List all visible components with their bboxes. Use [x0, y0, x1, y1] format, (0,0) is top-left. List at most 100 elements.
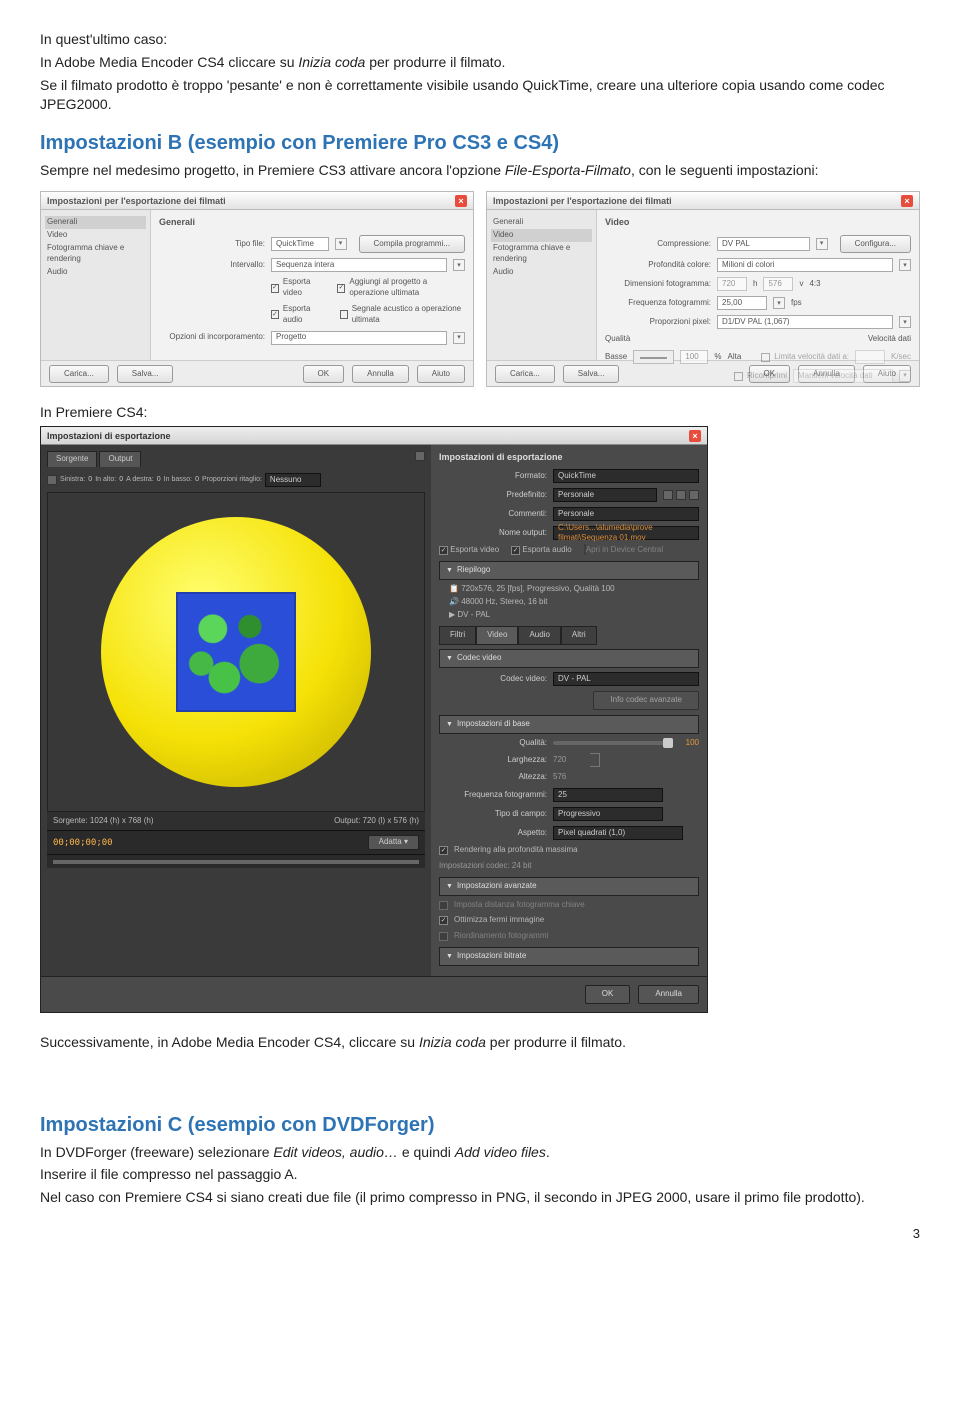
- input-quality[interactable]: 100: [680, 350, 708, 364]
- dropdown-preset[interactable]: Personale: [553, 488, 657, 502]
- category-list: Generali Video Fotogramma chiave e rende…: [487, 210, 597, 360]
- save-preset-icon[interactable]: [663, 490, 673, 500]
- chevron-down-icon[interactable]: ▾: [453, 259, 465, 271]
- quality-slider[interactable]: [553, 741, 669, 745]
- category-video[interactable]: Video: [491, 229, 592, 242]
- compile-programs-button[interactable]: Compila programmi...: [359, 235, 465, 254]
- input-comments[interactable]: Personale: [553, 507, 699, 521]
- close-icon[interactable]: ×: [901, 195, 913, 207]
- advanced-codec-button[interactable]: Info codec avanzate: [593, 691, 699, 710]
- help-button[interactable]: Aiuto: [417, 365, 465, 384]
- input-height[interactable]: 576: [763, 277, 793, 291]
- category-keyframe[interactable]: Fotogramma chiave e rendering: [491, 242, 592, 266]
- tab-video[interactable]: Video: [476, 626, 518, 645]
- checkbox-export-audio[interactable]: [511, 546, 520, 555]
- input-width[interactable]: 720: [717, 277, 747, 291]
- bitrate-section[interactable]: ▼Impostazioni bitrate: [439, 947, 699, 966]
- checkbox-export-audio[interactable]: ✓Esporta audio: [271, 304, 322, 326]
- tab-other[interactable]: Altri: [561, 626, 597, 645]
- crop-right[interactable]: 0: [157, 475, 161, 484]
- dropdown-pixel-aspect[interactable]: D1/DV PAL (1,067): [717, 315, 893, 329]
- advanced-section[interactable]: ▼Impostazioni avanzate: [439, 877, 699, 896]
- quality-value[interactable]: 100: [675, 738, 699, 749]
- tab-audio[interactable]: Audio: [518, 626, 560, 645]
- width-value[interactable]: 720: [553, 755, 566, 766]
- delete-preset-icon[interactable]: [689, 490, 699, 500]
- dropdown-depth[interactable]: Milioni di colori: [717, 258, 893, 272]
- output-path-link[interactable]: C:\Users...\alumedia\prove filmati\Seque…: [553, 526, 699, 540]
- dropdown-recompress[interactable]: Mantieni velocità dati: [793, 369, 893, 383]
- dropdown-crop-ratio[interactable]: Nessuno: [265, 473, 321, 487]
- chevron-down-icon[interactable]: ▾: [453, 332, 465, 344]
- link-icon[interactable]: [590, 753, 600, 767]
- category-audio[interactable]: Audio: [491, 266, 592, 279]
- quality-slider[interactable]: [633, 350, 674, 364]
- category-video[interactable]: Video: [45, 229, 146, 242]
- category-generali[interactable]: Generali: [45, 216, 146, 229]
- tab-output[interactable]: Output: [99, 451, 141, 467]
- checkbox-export-video[interactable]: ✓Esporta video: [271, 277, 319, 299]
- fit-dropdown[interactable]: Adatta ▾: [368, 835, 419, 850]
- category-keyframe[interactable]: Fotogramma chiave e rendering: [45, 242, 146, 266]
- dropdown-format[interactable]: QuickTime: [553, 469, 699, 483]
- label-premiere-cs4: In Premiere CS4:: [40, 403, 920, 422]
- load-button[interactable]: Carica...: [495, 365, 555, 384]
- dropdown-compression[interactable]: DV PAL: [717, 237, 810, 251]
- codec-section[interactable]: ▼Codec video: [439, 649, 699, 668]
- category-generali[interactable]: Generali: [491, 216, 592, 229]
- timecode[interactable]: 00;00;00;00: [53, 837, 113, 849]
- dropdown-fps[interactable]: 25,00: [717, 296, 767, 310]
- chevron-down-icon[interactable]: ▾: [899, 259, 911, 271]
- tab-filters[interactable]: Filtri: [439, 626, 476, 645]
- checkbox-max-depth[interactable]: [439, 846, 448, 855]
- summary-disclosure[interactable]: ▼Riepilogo: [439, 561, 699, 580]
- crop-top[interactable]: 0: [119, 475, 123, 484]
- height-value[interactable]: 576: [553, 772, 566, 783]
- ok-button[interactable]: OK: [585, 985, 631, 1004]
- dropdown-filetype[interactable]: QuickTime: [271, 237, 329, 251]
- dropdown-range[interactable]: Sequenza intera: [271, 258, 447, 272]
- text: Esporta video: [450, 545, 499, 554]
- dropdown-codec[interactable]: DV - PAL: [553, 672, 699, 686]
- configure-button[interactable]: Configura...: [840, 235, 911, 254]
- checkbox-limit-rate[interactable]: Limita velocità dati a:: [761, 352, 849, 363]
- text-italic: Edit videos, audio…: [273, 1144, 398, 1160]
- chevron-down-icon[interactable]: ▾: [899, 316, 911, 328]
- crop-bottom[interactable]: 0: [195, 475, 199, 484]
- checkbox-beep[interactable]: Segnale acustico a operazione ultimata: [340, 304, 465, 326]
- chevron-down-icon[interactable]: ▾: [816, 238, 828, 250]
- chevron-down-icon[interactable]: ▾: [899, 370, 911, 382]
- chevron-down-icon[interactable]: ▾: [773, 297, 785, 309]
- category-audio[interactable]: Audio: [45, 266, 146, 279]
- cancel-button[interactable]: Annulla: [638, 985, 699, 1004]
- close-icon[interactable]: ×: [689, 430, 701, 442]
- close-icon[interactable]: ×: [455, 195, 467, 207]
- dropdown-embed[interactable]: Progetto: [271, 331, 447, 345]
- text: A destra:: [126, 475, 154, 484]
- page-number: 3: [40, 1225, 920, 1243]
- ok-button[interactable]: OK: [303, 365, 345, 384]
- tab-source[interactable]: Sorgente: [47, 451, 97, 467]
- load-button[interactable]: Carica...: [49, 365, 109, 384]
- dropdown-fps[interactable]: 25: [553, 788, 663, 802]
- crop-left[interactable]: 0: [88, 475, 92, 484]
- import-preset-icon[interactable]: [676, 490, 686, 500]
- panel-menu-icon[interactable]: [415, 451, 425, 461]
- checkbox-add-to-project[interactable]: ✓Aggiungi al progetto a operazione ultim…: [337, 277, 465, 299]
- checkbox-export-video[interactable]: [439, 546, 448, 555]
- chevron-down-icon[interactable]: ▾: [335, 238, 347, 250]
- checkbox-recompress[interactable]: Ricomprimi: [734, 371, 787, 382]
- base-settings-section[interactable]: ▼Impostazioni di base: [439, 715, 699, 734]
- checkbox-frame-reorder[interactable]: [439, 932, 448, 941]
- input-rate[interactable]: [855, 350, 885, 364]
- timeline-track[interactable]: [53, 860, 419, 864]
- cancel-button[interactable]: Annulla: [352, 365, 409, 384]
- checkbox-optimize-stills[interactable]: [439, 916, 448, 925]
- dropdown-aspect[interactable]: Pixel quadrati (1,0): [553, 826, 683, 840]
- summary-audio: 48000 Hz, Stereo, 16 bit: [461, 597, 547, 606]
- label-ratelabel: Velocità dati: [868, 334, 911, 345]
- crop-icon[interactable]: [47, 475, 57, 485]
- dropdown-field-type[interactable]: Progressivo: [553, 807, 663, 821]
- save-button[interactable]: Salva...: [117, 365, 174, 384]
- checkbox-keyframe-distance[interactable]: [439, 901, 448, 910]
